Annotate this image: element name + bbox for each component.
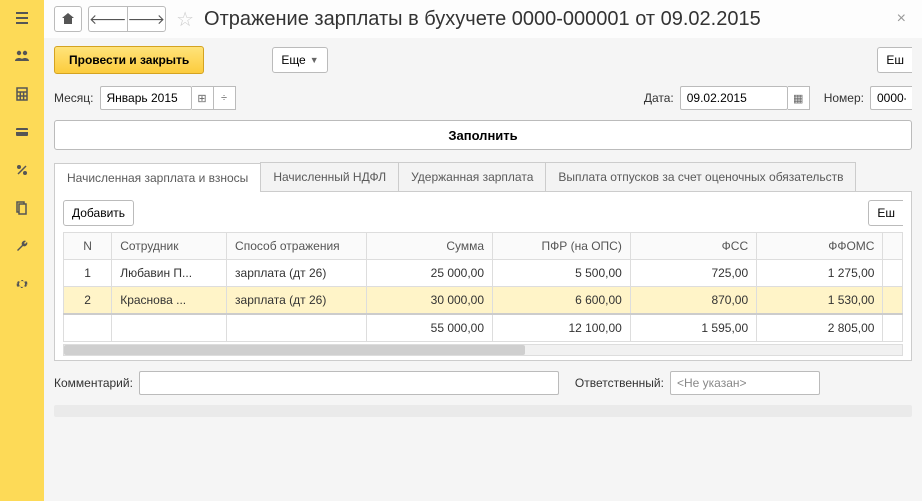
col-ffoms[interactable]: ФФОМС [757, 233, 883, 260]
date-input[interactable] [680, 86, 788, 110]
number-input[interactable] [870, 86, 912, 110]
table-totals-row: 55 000,00 12 100,00 1 595,00 2 805,00 [64, 314, 903, 342]
back-button[interactable]: 🡐 [88, 6, 127, 32]
tabs: Начисленная зарплата и взносы Начисленны… [54, 162, 912, 192]
salary-table: N Сотрудник Способ отражения Сумма ПФР (… [63, 232, 903, 342]
calculator-icon[interactable] [10, 84, 34, 104]
home-button[interactable] [54, 6, 82, 32]
col-sum[interactable]: Сумма [366, 233, 492, 260]
main-content: 🡐 🡒 ☆ Отражение зарплаты в бухучете 0000… [44, 0, 922, 501]
wrench-icon[interactable] [10, 236, 34, 256]
action-toolbar: Провести и закрыть Еще▼ Еш [44, 38, 922, 82]
tab-content: Добавить Еш N Сотрудник Способ отражения… [54, 192, 912, 361]
chevron-down-icon: ▼ [310, 55, 319, 65]
more-button[interactable]: Еще▼ [272, 47, 327, 73]
menu-icon[interactable] [10, 8, 34, 28]
fill-button[interactable]: Заполнить [54, 120, 912, 150]
date-label: Дата: [644, 91, 674, 105]
col-method[interactable]: Способ отражения [227, 233, 367, 260]
month-label: Месяц: [54, 91, 94, 105]
footer: Комментарий: Ответственный: [44, 361, 922, 405]
calendar-icon[interactable]: ▦ [788, 86, 810, 110]
close-icon[interactable]: × [891, 10, 912, 28]
month-input[interactable] [100, 86, 192, 110]
sidebar [0, 0, 44, 501]
col-pfr[interactable]: ПФР (на ОПС) [493, 233, 631, 260]
forward-button[interactable]: 🡒 [127, 6, 167, 32]
more2-button[interactable]: Еш [877, 47, 912, 73]
page-title: Отражение зарплаты в бухучете 0000-00000… [204, 8, 761, 31]
documents-icon[interactable] [10, 198, 34, 218]
users-icon[interactable] [10, 46, 34, 66]
table-row[interactable]: 1 Любавин П... зарплата (дт 26) 25 000,0… [64, 260, 903, 287]
month-stepper-icon[interactable]: ÷ [214, 86, 236, 110]
table-header-row: N Сотрудник Способ отражения Сумма ПФР (… [64, 233, 903, 260]
col-fss[interactable]: ФСС [630, 233, 756, 260]
topbar: 🡐 🡒 ☆ Отражение зарплаты в бухучете 0000… [44, 0, 922, 38]
number-label: Номер: [824, 91, 864, 105]
post-and-close-button[interactable]: Провести и закрыть [54, 46, 204, 74]
add-button[interactable]: Добавить [63, 200, 134, 226]
page-scrollbar[interactable] [54, 405, 912, 417]
percent-icon[interactable] [10, 160, 34, 180]
tab-withheld[interactable]: Удержанная зарплата [398, 162, 546, 191]
col-n[interactable]: N [64, 233, 112, 260]
tab-more-button[interactable]: Еш [868, 200, 903, 226]
tab-accrued-salary[interactable]: Начисленная зарплата и взносы [54, 163, 261, 192]
table-row[interactable]: 2 Краснова ... зарплата (дт 26) 30 000,0… [64, 287, 903, 315]
gear-icon[interactable] [10, 274, 34, 294]
favorite-star-icon[interactable]: ☆ [176, 7, 194, 32]
comment-input[interactable] [139, 371, 559, 395]
tab-ndfl[interactable]: Начисленный НДФЛ [260, 162, 399, 191]
card-icon[interactable] [10, 122, 34, 142]
tab-vacation[interactable]: Выплата отпусков за счет оценочных обяза… [545, 162, 856, 191]
horizontal-scrollbar[interactable] [63, 344, 903, 356]
responsible-input[interactable] [670, 371, 820, 395]
scroll-thumb[interactable] [64, 345, 525, 355]
responsible-label: Ответственный: [575, 376, 664, 390]
comment-label: Комментарий: [54, 376, 133, 390]
col-employee[interactable]: Сотрудник [112, 233, 227, 260]
col-extra [883, 233, 903, 260]
form-row-1: Месяц: ⊞ ÷ Дата: ▦ Номер: [44, 82, 922, 114]
month-picker-icon[interactable]: ⊞ [192, 86, 214, 110]
